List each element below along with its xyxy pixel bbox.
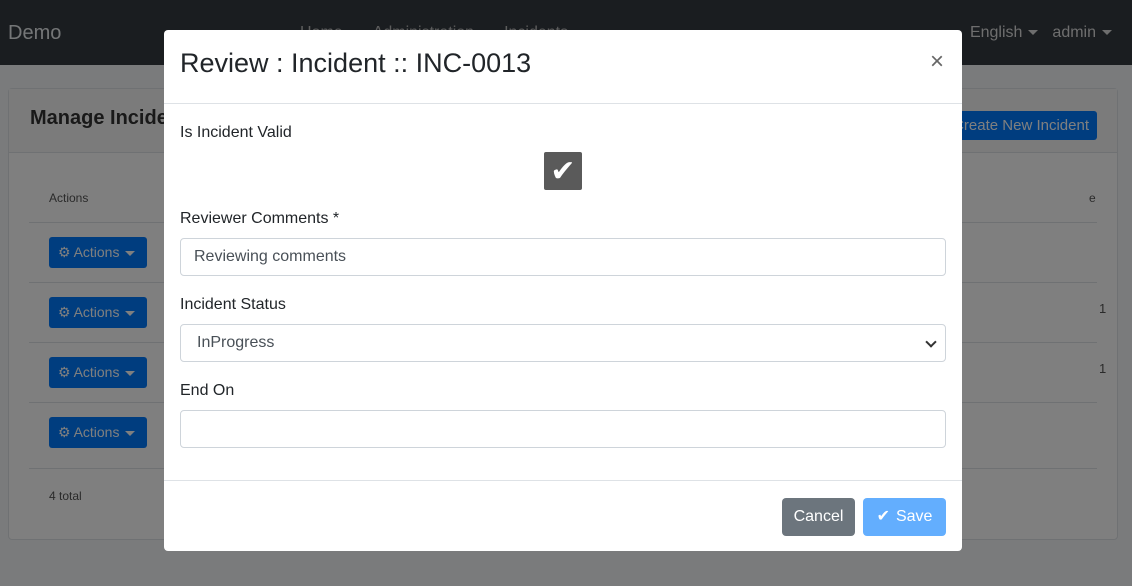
check-icon: ✔ [876,508,890,525]
modal-footer: Cancel ✔ Save [164,480,962,551]
checkmark-icon: ✔ [550,154,576,188]
cancel-button[interactable]: Cancel [782,498,855,536]
review-incident-modal: Review : Incident :: INC-0013 × Is Incid… [164,30,962,551]
incident-status-select[interactable]: InProgress [180,324,946,362]
modal-header: Review : Incident :: INC-0013 × [164,30,962,104]
end-on-input[interactable] [180,410,946,448]
end-on-label: End On [180,382,235,399]
reviewer-comments-input[interactable]: Reviewing comments [180,238,946,276]
close-icon[interactable]: × [930,50,944,74]
valid-checkbox[interactable]: ✔ [544,152,582,190]
modal-title: Review : Incident :: INC-0013 [180,48,532,78]
valid-label: Is Incident Valid [180,124,292,141]
comments-label: Reviewer Comments * [180,210,340,227]
chevron-down-icon [925,336,937,348]
status-selected-value: InProgress [197,334,275,351]
save-label: Save [895,508,933,525]
save-button[interactable]: ✔ Save [863,498,946,536]
status-label: Incident Status [180,296,286,313]
